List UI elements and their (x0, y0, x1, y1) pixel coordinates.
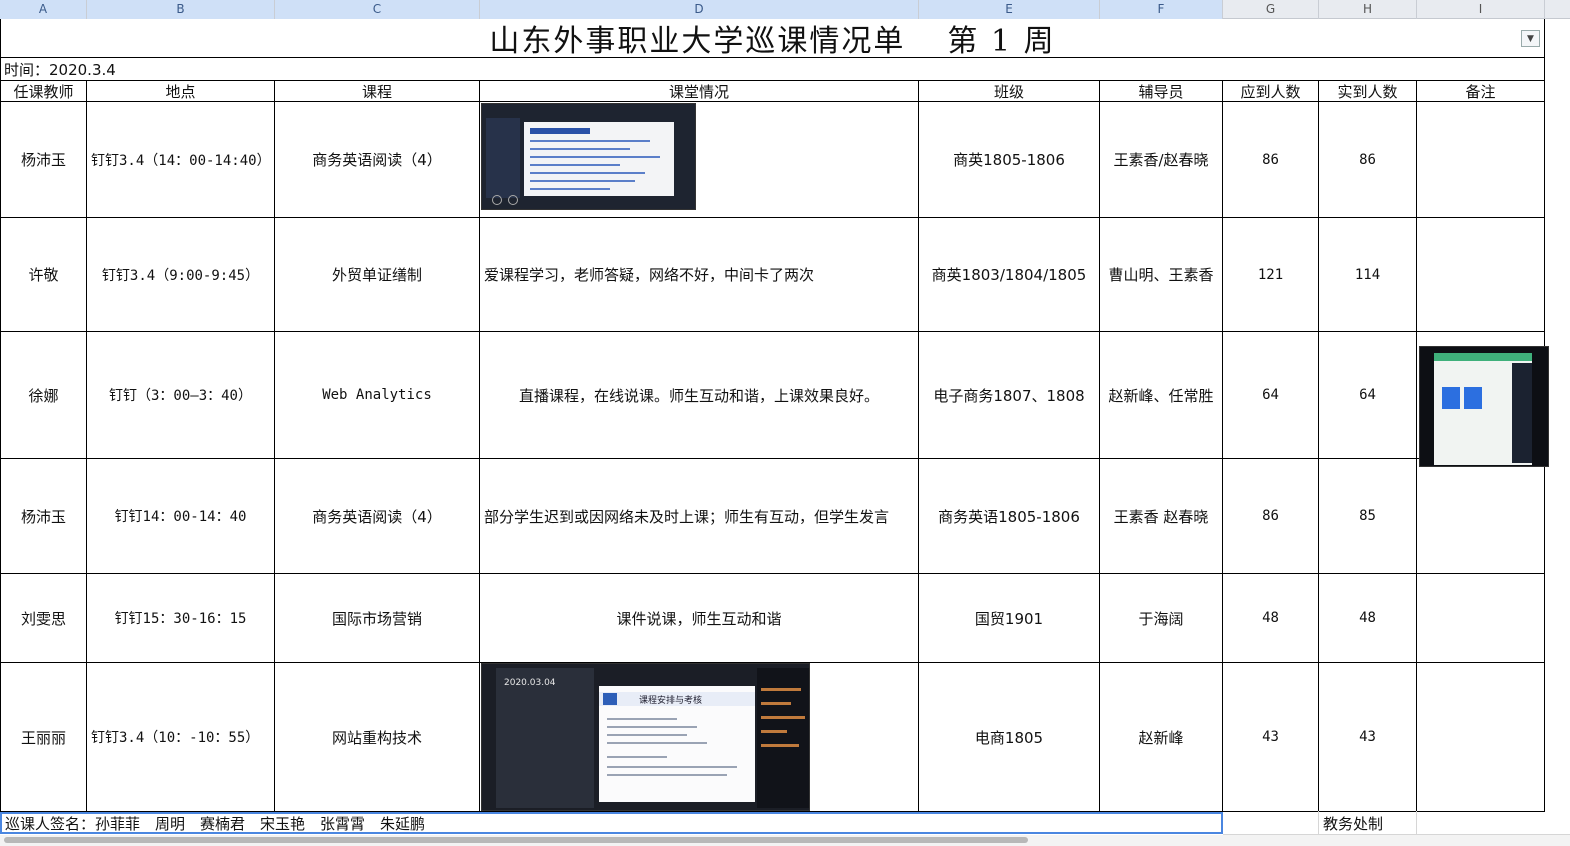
column-header-g[interactable]: G (1223, 0, 1319, 19)
cell-teacher[interactable]: 徐娜 (1, 332, 86, 458)
cell-actual[interactable]: 64 (1319, 332, 1416, 458)
cell-counselor[interactable]: 赵新峰 (1100, 663, 1222, 811)
cell-class[interactable]: 国贸1901 (919, 574, 1099, 662)
cell-course[interactable]: 外贸单证缮制 (275, 218, 479, 331)
sheet-title-week: 第 1 周 (947, 24, 1056, 59)
header-teacher[interactable]: 任课教师 (1, 81, 86, 101)
cell-counselor[interactable]: 王素香/赵春晓 (1100, 102, 1222, 217)
sheet-title-main: 山东外事职业大学巡课情况单 (489, 24, 906, 59)
screenshot-top-bar (1434, 353, 1532, 361)
column-header-a[interactable]: A (0, 0, 87, 19)
header-expected[interactable]: 应到人数 (1223, 81, 1318, 101)
cell-expected[interactable]: 121 (1223, 218, 1318, 331)
header-note[interactable]: 备注 (1417, 81, 1544, 101)
cell-place[interactable]: 钉钉14：00-14：40 (87, 459, 274, 573)
cell-teacher[interactable]: 许敬 (1, 218, 86, 331)
column-header-h[interactable]: H (1319, 0, 1417, 19)
cell-situation[interactable]: 部分学生迟到或因网络未及时上课；师生有互动，但学生发言 (480, 459, 918, 573)
cell-course[interactable]: 网站重构技术 (275, 663, 479, 811)
cell-place[interactable]: 钉钉3.4（14：00-14:40） (87, 102, 274, 217)
slide-title: 课程安排与考核 (639, 696, 703, 706)
screenshot-screen (1434, 353, 1532, 465)
sheet-title[interactable]: 山东外事职业大学巡课情况单 第 1 周 (0, 19, 1545, 59)
screenshot-chat-panel (1512, 363, 1532, 463)
cell-counselor[interactable]: 王素香 赵春晓 (1100, 459, 1222, 573)
cell-expected[interactable]: 48 (1223, 574, 1318, 662)
date-cell[interactable]: 时间：2020.3.4 (0, 58, 600, 80)
cell-teacher[interactable]: 杨沛玉 (1, 102, 86, 217)
screenshot-sidebar (486, 118, 520, 198)
column-header-i[interactable]: I (1417, 0, 1545, 19)
horizontal-scrollbar[interactable] (0, 835, 1570, 846)
cell-expected[interactable]: 64 (1223, 332, 1318, 458)
cell-expected[interactable]: 86 (1223, 459, 1318, 573)
cell-actual[interactable]: 48 (1319, 574, 1416, 662)
cell-teacher[interactable]: 王丽丽 (1, 663, 86, 811)
header-course[interactable]: 课程 (275, 81, 479, 101)
column-header-f[interactable]: F (1100, 0, 1223, 19)
screenshot-participant-list: 2020.03.04 (496, 668, 594, 808)
cell-expected[interactable]: 43 (1223, 663, 1318, 811)
classroom-screenshot-3[interactable]: 2020.03.04 课程安排与考核 (481, 663, 810, 811)
cell-place[interactable]: 钉钉3.4（10：-10：55） (87, 663, 274, 811)
play-icon (492, 195, 502, 205)
cell-counselor[interactable]: 曹山明、王素香 (1100, 218, 1222, 331)
chevron-down-icon[interactable]: ▼ (1521, 30, 1540, 47)
cell-place[interactable]: 钉钉3.4（9:00-9:45） (87, 218, 274, 331)
office-cell[interactable]: 教务处制 (1319, 812, 1417, 834)
cell-class[interactable]: 商英1805-1806 (919, 102, 1099, 217)
cell-expected[interactable]: 86 (1223, 102, 1318, 217)
slide-heading-bar (530, 128, 590, 134)
cell-situation[interactable]: 爱课程学习，老师答疑，网络不好，中间卡了两次 (480, 218, 918, 331)
column-header-b[interactable]: B (87, 0, 275, 19)
header-situation[interactable]: 课堂情况 (480, 81, 918, 101)
cell-actual[interactable]: 43 (1319, 663, 1416, 811)
cell-situation[interactable]: 课件说课，师生互动和谐 (480, 574, 918, 662)
header-actual[interactable]: 实到人数 (1319, 81, 1416, 101)
header-place[interactable]: 地点 (87, 81, 274, 101)
screenshot-comments (757, 668, 809, 808)
column-header-c[interactable]: C (275, 0, 480, 19)
header-class[interactable]: 班级 (919, 81, 1099, 101)
cell-place[interactable]: 钉钉（3：00—3：40） (87, 332, 274, 458)
classroom-screenshot-2[interactable] (1419, 346, 1549, 467)
screenshot-tile (1464, 387, 1482, 409)
slide-logo-icon (603, 693, 617, 705)
screenshot-date: 2020.03.04 (504, 678, 556, 688)
cell-actual[interactable]: 86 (1319, 102, 1416, 217)
cell-course[interactable]: 商务英语阅读（4） (275, 102, 479, 217)
cell-place[interactable]: 钉钉15：30-16：15 (87, 574, 274, 662)
screenshot-slide (524, 122, 674, 196)
cell-course[interactable]: 国际市场营销 (275, 574, 479, 662)
cell-course[interactable]: 商务英语阅读（4） (275, 459, 479, 573)
cell-counselor[interactable]: 于海阔 (1100, 574, 1222, 662)
cell-actual[interactable]: 114 (1319, 218, 1416, 331)
cell-counselor[interactable]: 赵新峰、任常胜 (1100, 332, 1222, 458)
screenshot-tile (1442, 387, 1460, 409)
cell-teacher[interactable]: 刘雯思 (1, 574, 86, 662)
pause-icon (508, 195, 518, 205)
classroom-screenshot-1[interactable] (481, 103, 696, 210)
cell-course[interactable]: Web Analytics (275, 332, 479, 458)
cell-class[interactable]: 电子商务1807、1808 (919, 332, 1099, 458)
cell-class[interactable]: 商务英语1805-1806 (919, 459, 1099, 573)
cell-actual[interactable]: 85 (1319, 459, 1416, 573)
signers-cell[interactable]: 巡课人签名：孙菲菲 周明 赛楠君 宋玉艳 张霄霄 朱延鹏 (0, 812, 1223, 834)
scrollbar-thumb[interactable] (4, 837, 1028, 843)
cell-class[interactable]: 电商1805 (919, 663, 1099, 811)
cell-teacher[interactable]: 杨沛玉 (1, 459, 86, 573)
cell-class[interactable]: 商英1803/1804/1805 (919, 218, 1099, 331)
header-counselor[interactable]: 辅导员 (1100, 81, 1222, 101)
screenshot-slide: 课程安排与考核 (599, 686, 755, 802)
cell-situation[interactable]: 直播课程，在线说课。师生互动和谐，上课效果良好。 (480, 332, 918, 458)
